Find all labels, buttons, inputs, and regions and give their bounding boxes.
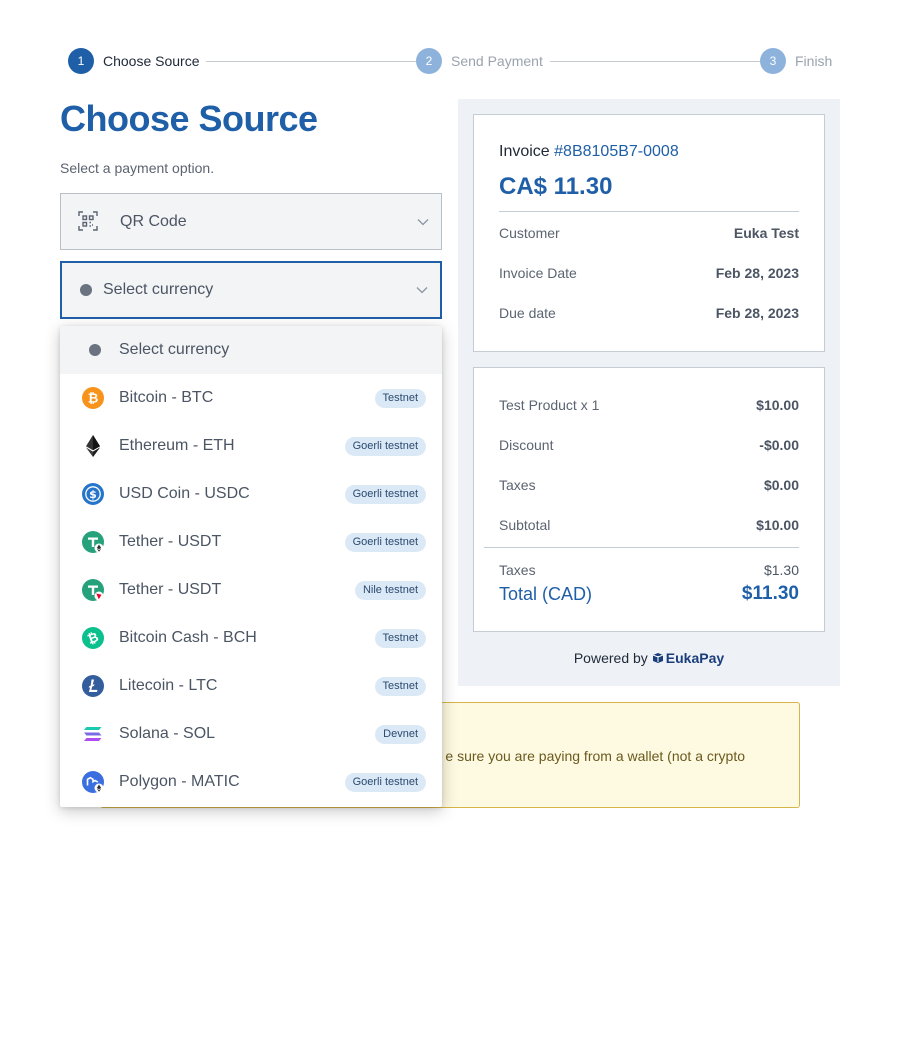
powered-by: Powered by EukaPay	[458, 650, 840, 666]
bitcoin-icon: ₿	[82, 387, 104, 409]
currency-option-label: Tether - USDT	[119, 533, 222, 550]
network-badge: Devnet	[375, 724, 426, 744]
powered-by-label: Powered by	[573, 650, 648, 666]
step-label: Finish	[795, 53, 833, 69]
subtotal-label: Subtotal	[499, 517, 551, 533]
litecoin-icon	[82, 675, 104, 697]
currency-option-label: USD Coin - USDC	[119, 485, 250, 502]
invoice-label: Invoice	[499, 143, 550, 160]
invoice-date-label: Invoice Date	[499, 265, 577, 281]
network-badge: Goerli testnet	[344, 772, 426, 792]
page-title: Choose Source	[60, 98, 318, 139]
step-label: Send Payment	[451, 53, 543, 69]
divider	[499, 211, 799, 212]
currency-option[interactable]: Polygon - MATIC Goerli testnet	[60, 758, 442, 806]
step-choose-source: 1 Choose Source	[68, 48, 200, 74]
polygon-icon	[82, 771, 104, 793]
currency-option-label: Bitcoin Cash - BCH	[119, 629, 257, 646]
currency-option-label: Ethereum - ETH	[119, 437, 235, 454]
currency-option-label: Bitcoin - BTC	[119, 389, 214, 406]
currency-option-label: Litecoin - LTC	[119, 677, 218, 694]
divider	[484, 547, 799, 548]
usdc-icon: $	[82, 483, 104, 505]
step-number: 3	[760, 48, 786, 74]
step-connector	[206, 61, 416, 62]
eukapay-logo-icon	[652, 653, 663, 663]
order-summary-card: Test Product x 1 $10.00 Discount -$0.00 …	[473, 367, 825, 632]
step-finish: 3 Finish	[760, 48, 832, 74]
invoice-panel: Invoice #8B8105B7-0008 CA$ 11.30 Custome…	[458, 99, 840, 686]
total-taxes-value: $1.30	[763, 562, 799, 578]
line-item-value: $10.00	[756, 397, 799, 413]
step-send-payment: 2 Send Payment	[416, 48, 543, 74]
step-number: 2	[416, 48, 442, 74]
step-label: Choose Source	[103, 53, 200, 69]
currency-option-label: Select currency	[119, 341, 230, 358]
currency-option[interactable]: Ethereum - ETH Goerli testnet	[60, 422, 442, 470]
currency-option[interactable]: Litecoin - LTC Testnet	[60, 662, 442, 710]
currency-dot-icon	[80, 284, 92, 296]
currency-option[interactable]: ₿ Bitcoin Cash - BCH Testnet	[60, 614, 442, 662]
eukapay-logo[interactable]: EukaPay	[652, 650, 724, 666]
taxes-label: Taxes	[499, 477, 536, 493]
due-date-value: Feb 28, 2023	[715, 305, 799, 321]
currency-option[interactable]: Solana - SOL Devnet	[60, 710, 442, 758]
currency-option[interactable]: Select currency	[60, 326, 442, 374]
tether-tron-icon	[82, 579, 104, 601]
chevron-down-icon	[416, 287, 428, 294]
subtotal-value: $10.00	[756, 517, 799, 533]
tether-eth-icon	[82, 531, 104, 553]
page-subtitle: Select a payment option.	[60, 160, 215, 176]
bitcoin-cash-icon: ₿	[82, 627, 104, 649]
line-item-label: Test Product x 1	[499, 397, 600, 413]
currency-option[interactable]: $ USD Coin - USDC Goerli testnet	[60, 470, 442, 518]
currency-option-label: Tether - USDT	[119, 581, 222, 598]
currency-option[interactable]: Tether - USDT Goerli testnet	[60, 518, 442, 566]
currency-option[interactable]: ₿ Bitcoin - BTC Testnet	[60, 374, 442, 422]
invoice-id: #8B8105B7-0008	[554, 143, 679, 160]
total-value: $11.30	[741, 583, 799, 604]
taxes-value: $0.00	[763, 477, 799, 493]
invoice-title: Invoice #8B8105B7-0008	[499, 143, 679, 161]
total-taxes-label: Taxes	[499, 562, 536, 578]
qr-code-icon	[78, 211, 98, 231]
currency-select[interactable]: Select currency	[60, 261, 442, 319]
currency-option-label: Solana - SOL	[119, 725, 216, 742]
network-badge: Testnet	[374, 388, 426, 408]
ethereum-icon	[86, 435, 100, 457]
progress-stepper: 1 Choose Source 2 Send Payment 3 Finish	[68, 48, 832, 74]
currency-dropdown-menu: Select currency ₿ Bitcoin - BTC Testnet …	[60, 326, 442, 807]
discount-value: -$0.00	[759, 437, 799, 453]
svg-text:₿: ₿	[88, 392, 99, 407]
payment-source-select[interactable]: QR Code	[60, 193, 442, 250]
step-connector	[550, 61, 760, 62]
customer-label: Customer	[499, 225, 560, 241]
brand-name: EukaPay	[665, 650, 725, 666]
chevron-down-icon	[417, 218, 429, 225]
network-badge: Goerli testnet	[344, 484, 426, 504]
network-badge: Goerli testnet	[344, 436, 426, 456]
total-label: Total (CAD)	[499, 584, 593, 604]
svg-text:$: $	[89, 488, 97, 501]
discount-label: Discount	[499, 437, 554, 453]
gray-dot-icon	[89, 344, 101, 356]
network-badge: Nile testnet	[354, 580, 426, 600]
currency-option[interactable]: Tether - USDT Nile testnet	[60, 566, 442, 614]
currency-select-value: Select currency	[103, 281, 214, 298]
step-number: 1	[68, 48, 94, 74]
network-badge: Testnet	[374, 676, 426, 696]
invoice-details-card: Invoice #8B8105B7-0008 CA$ 11.30 Custome…	[473, 114, 825, 352]
payment-source-value: QR Code	[120, 212, 187, 230]
customer-value: Euka Test	[733, 225, 799, 241]
invoice-date-value: Feb 28, 2023	[715, 265, 799, 281]
solana-icon	[84, 727, 102, 741]
invoice-amount: CA$ 11.30	[499, 173, 613, 200]
currency-option-label: Polygon - MATIC	[119, 773, 240, 790]
due-date-label: Due date	[499, 305, 556, 321]
network-badge: Goerli testnet	[344, 532, 426, 552]
network-badge: Testnet	[374, 628, 426, 648]
